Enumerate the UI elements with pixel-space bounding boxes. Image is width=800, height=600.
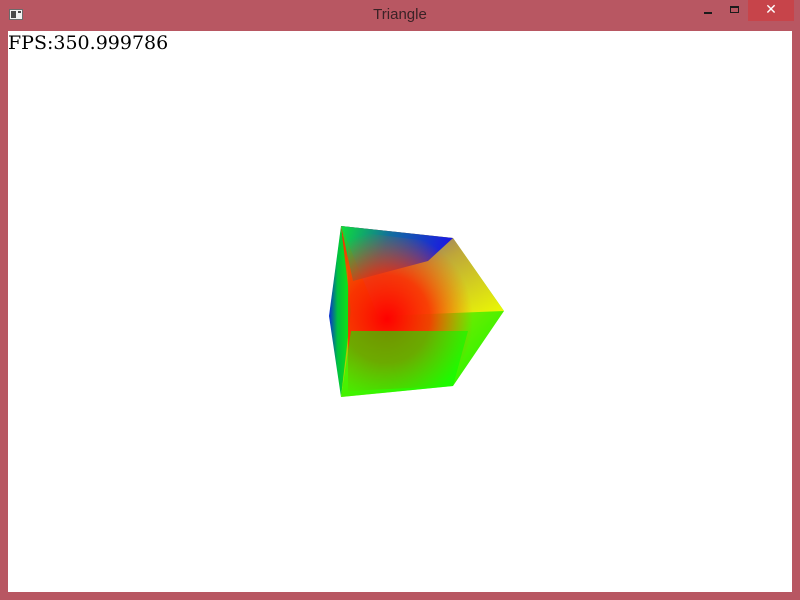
- app-window: Triangle ✕ FPS:350.999786: [0, 0, 800, 600]
- maximize-button[interactable]: [722, 0, 748, 21]
- minimize-icon: [704, 12, 712, 14]
- minimize-button[interactable]: [695, 0, 722, 21]
- close-button[interactable]: ✕: [748, 0, 794, 21]
- window-title: Triangle: [373, 6, 427, 23]
- close-icon: ✕: [765, 2, 777, 18]
- title-bar[interactable]: Triangle ✕: [0, 0, 800, 30]
- maximize-icon: [730, 6, 739, 13]
- cube-lower-face: [341, 331, 468, 397]
- render-canvas[interactable]: FPS:350.999786: [8, 31, 792, 592]
- rotating-cube: [329, 226, 504, 397]
